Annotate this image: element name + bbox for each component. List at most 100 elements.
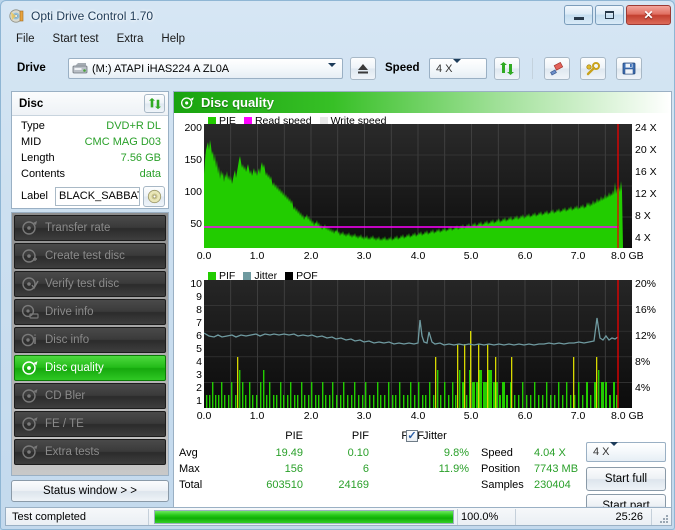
progress-bar <box>154 510 454 524</box>
pie-ytick-150: 150 <box>184 154 202 166</box>
pif-xtick-2: 2.0 <box>303 410 319 422</box>
start-full-button[interactable]: Start full <box>586 467 666 491</box>
pif-xtick-1: 1.0 <box>249 410 265 422</box>
pif-y2tick-4: 4% <box>635 382 651 394</box>
pif-xtick-3: 3.0 <box>356 410 372 422</box>
sidebar-item-disc-info[interactable]: Disc info <box>14 327 166 353</box>
sidebar-item-label: FE / TE <box>45 418 84 430</box>
erase-button[interactable] <box>544 57 570 80</box>
drive-select[interactable]: (M:) ATAPI iHAS224 A ZL0A <box>68 58 343 79</box>
pif-xtick-7: 7.0 <box>570 410 586 422</box>
speed-select[interactable]: 4 X <box>429 58 487 79</box>
chevron-down-icon <box>328 63 336 79</box>
disc-info-panel: Disc Type DVD+R DL MID CMC MAG D03 Lengt… <box>11 91 169 209</box>
close-button[interactable]: ✕ <box>626 5 671 25</box>
sidebar-item-transfer-rate[interactable]: Transfer rate <box>14 215 166 241</box>
cell-max-jitter: 11.9% <box>438 463 469 475</box>
status-bar: Test completed 100.0% 25:26 <box>5 507 672 526</box>
title-bar: Opti Drive Control 1.70 ✕ <box>1 1 675 31</box>
pif-ytick-6: 6 <box>196 330 202 342</box>
tools-button[interactable] <box>580 57 606 80</box>
eject-button[interactable] <box>350 57 376 80</box>
disc-bler-icon <box>21 388 39 404</box>
disc-transfer-icon <box>21 220 39 236</box>
sidebar-item-verify-test-disc[interactable]: Verify test disc <box>14 271 166 297</box>
refresh-icon <box>148 97 161 109</box>
sidebar-item-drive-info[interactable]: Drive info <box>14 299 166 325</box>
pif-xtick-8: 8.0 GB <box>611 410 644 422</box>
pif-ytick-9: 9 <box>196 291 202 303</box>
pif-y2tick-16: 16% <box>635 304 657 316</box>
disc-extra-icon <box>21 444 39 460</box>
pie-y2tick-8x: 8 X <box>635 210 651 222</box>
minimize-icon <box>573 17 584 20</box>
eraser-icon <box>550 61 564 75</box>
progress-fill <box>155 511 453 523</box>
save-button[interactable] <box>616 57 642 80</box>
pie-ytick-200: 200 <box>184 122 202 134</box>
eject-icon <box>358 64 368 74</box>
disc-quality-icon <box>180 96 195 110</box>
pie-xtick-2: 2.0 <box>303 250 319 262</box>
cell-avg-pie: 19.49 <box>275 447 303 459</box>
refresh-button[interactable] <box>494 57 520 80</box>
row-label-avg: Avg <box>179 447 198 459</box>
position-result-label: Position <box>481 463 521 475</box>
check-icon: ✓ <box>407 429 417 442</box>
sidebar-item-disc-quality[interactable]: Disc quality <box>14 355 166 381</box>
legend-swatch-jitter <box>243 272 252 280</box>
disc-refresh-button[interactable] <box>144 94 165 113</box>
menu-item-start-test[interactable]: Start test <box>44 31 108 47</box>
pif-ytick-10: 10 <box>190 278 202 290</box>
test-speed-select[interactable]: 4 X <box>586 442 666 462</box>
pif-y2tick-20: 20% <box>635 278 657 290</box>
test-speed-value: 4 X <box>593 446 610 458</box>
speed-result-label: Speed <box>481 447 513 459</box>
tools-icon <box>586 61 600 75</box>
disc-label-button[interactable] <box>143 186 165 207</box>
disc-label-input[interactable]: BLACK_SABBAT <box>55 187 140 206</box>
pie-y2tick-20x: 20 X <box>635 144 657 156</box>
menu-item-help[interactable]: Help <box>152 31 194 47</box>
pif-xtick-4: 4.0 <box>410 410 426 422</box>
jitter-checkbox[interactable]: ✓ <box>406 430 418 442</box>
sidebar-item-fe-te[interactable]: FE / TE <box>14 411 166 437</box>
resize-grip-icon[interactable] <box>658 513 668 523</box>
pif-ytick-2: 2 <box>196 382 202 394</box>
sidebar-item-cd-bler[interactable]: CD Bler <box>14 383 166 409</box>
status-message: Test completed <box>12 511 86 523</box>
pie-ytick-100: 100 <box>184 186 202 198</box>
maximize-button[interactable] <box>595 5 624 25</box>
close-icon: ✕ <box>643 8 654 22</box>
disc-verify-icon <box>21 276 39 292</box>
pie-xtick-6: 6.0 <box>517 250 533 262</box>
disc-info-icon <box>21 332 39 348</box>
pif-plot-area <box>203 280 632 408</box>
chevron-down-icon <box>452 58 461 75</box>
cell-max-pif: 6 <box>362 463 369 475</box>
sidebar-item-label: Transfer rate <box>45 222 111 234</box>
sidebar-item-create-test-disc[interactable]: Create test disc <box>14 243 166 269</box>
chevron-down-icon <box>609 442 618 458</box>
pif-y2tick-8: 8% <box>635 356 651 368</box>
disc-icon <box>147 189 161 204</box>
pie-y2tick-12x: 12 X <box>635 188 657 200</box>
row-value: CMC MAG D03 <box>84 136 161 148</box>
menu-item-extra[interactable]: Extra <box>108 31 153 47</box>
status-window-button[interactable]: Status window > > <box>11 480 169 502</box>
disc-label-row: Label BLACK_SABBAT <box>12 186 168 208</box>
menu-bar: File Start test Extra Help <box>7 29 670 49</box>
cell-max-pie: 156 <box>284 463 303 475</box>
minimize-button[interactable] <box>564 5 593 25</box>
left-column: Disc Type DVD+R DL MID CMC MAG D03 Lengt… <box>11 91 169 521</box>
window-controls: ✕ <box>564 5 671 25</box>
samples-result-value: 230404 <box>534 479 571 491</box>
window-title: Opti Drive Control 1.70 <box>31 9 154 23</box>
col-header-pif: PIF <box>351 430 369 442</box>
disc-panel-title: Disc <box>19 97 44 110</box>
sidebar-item-extra-tests[interactable]: Extra tests <box>14 439 166 465</box>
pie-xtick-4: 4.0 <box>410 250 426 262</box>
drive-label: Drive <box>17 62 46 74</box>
pie-y2tick-4x: 4 X <box>635 232 651 244</box>
menu-item-file[interactable]: File <box>7 31 44 47</box>
